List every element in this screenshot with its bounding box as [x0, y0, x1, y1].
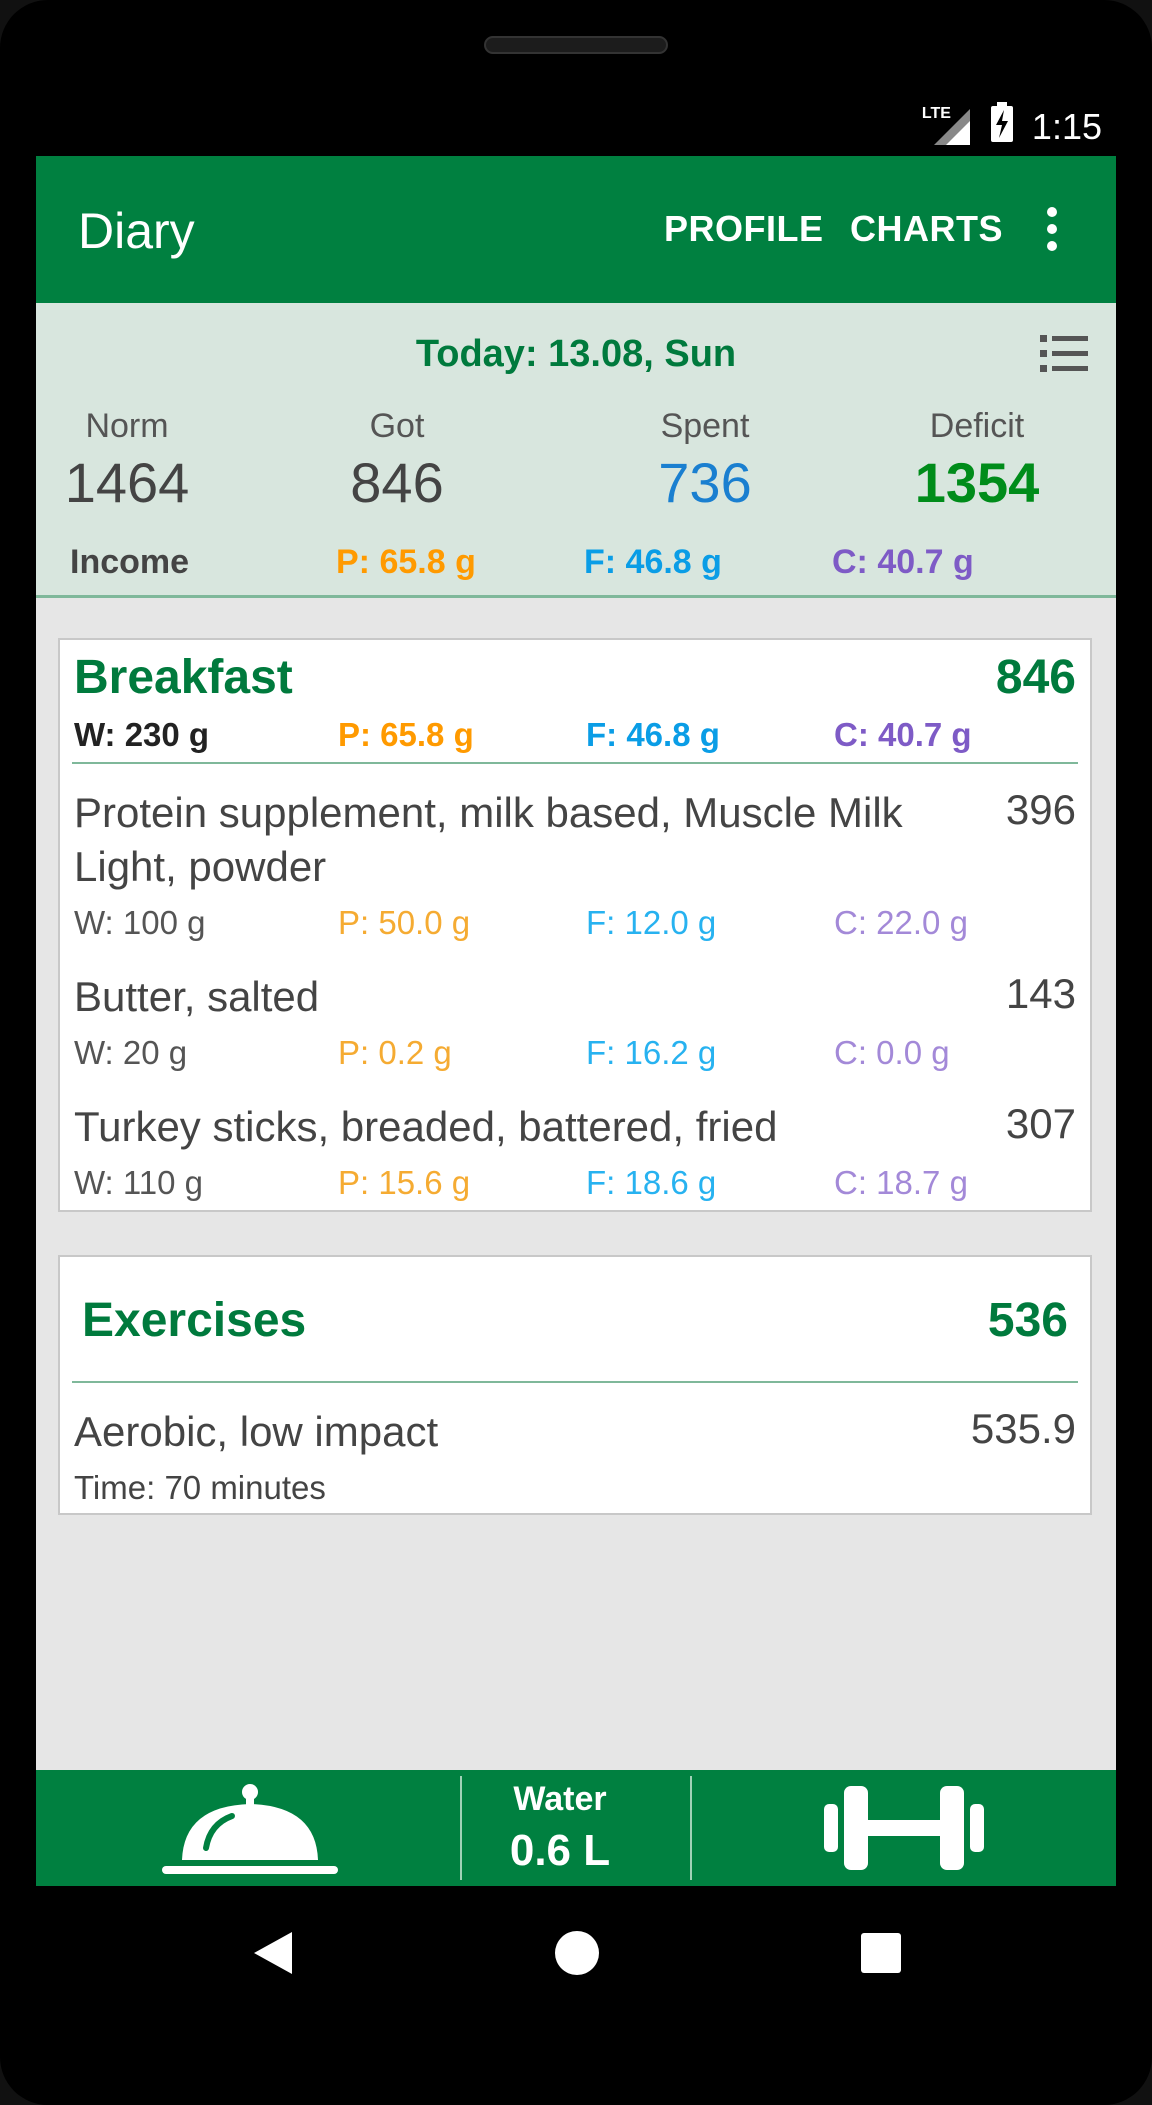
back-icon[interactable]	[252, 1930, 294, 1981]
norm-summary: Norm 1464	[52, 407, 202, 515]
add-exercise-dumbbell-icon[interactable]	[824, 1784, 984, 1877]
food-item-protein: P: 15.6 g	[338, 1164, 471, 1201]
page-title: Diary	[78, 203, 195, 259]
app-screen: Diary PROFILE CHARTS Today: 13.08, Sun N…	[36, 156, 1116, 1886]
signal-icon: LTE	[921, 104, 972, 147]
income-label: Income	[70, 543, 190, 581]
income-protein: P: 65.8 g	[336, 543, 476, 581]
income-fat: F: 46.8 g	[584, 543, 722, 581]
deficit-value: 1354	[914, 451, 1040, 514]
got-summary: Got 846	[322, 407, 472, 515]
income-carbs: C: 40.7 g	[832, 543, 974, 581]
water-value: 0.6 L	[509, 1826, 611, 1875]
food-item-protein: P: 0.2 g	[338, 1034, 452, 1071]
norm-value: 1464	[64, 451, 190, 514]
speaker-grille	[484, 36, 668, 54]
food-item-carbs: C: 22.0 g	[834, 904, 968, 941]
device-frame: LTE 1:15 Diary PROFILE CHARTS Today: 13.…	[0, 0, 1152, 2105]
breakfast-protein: P: 65.8 g	[338, 716, 474, 753]
exercises-card[interactable]: Exercises 536 Aerobic, low impact 535.9 …	[58, 1255, 1092, 1515]
food-item-name: Turkey sticks, breaded, battered, fried	[74, 1103, 778, 1150]
food-item-protein: P: 50.0 g	[338, 904, 471, 941]
got-value: 846	[350, 451, 444, 514]
breakfast-card[interactable]: Breakfast 846 W: 230 g P: 65.8 g F: 46.8…	[58, 638, 1092, 1212]
breakfast-weight: W: 230 g	[74, 716, 210, 753]
charts-button[interactable]: CHARTS	[850, 208, 1003, 250]
food-item-weight: W: 100 g	[74, 904, 206, 941]
daily-summary: Today: 13.08, Sun Norm 1464 Got 846 Spen…	[36, 303, 1116, 598]
exercises-total: 536	[987, 1294, 1068, 1347]
income-row: Income P: 65.8 g F: 46.8 g C: 40.7 g	[36, 543, 1116, 587]
food-item-carbs: C: 0.0 g	[834, 1034, 950, 1071]
spent-summary: Spent 736	[630, 407, 780, 515]
food-item-fat: F: 16.2 g	[586, 1034, 717, 1071]
exercises-title: Exercises	[82, 1294, 307, 1347]
exercise-item-name: Aerobic, low impact	[74, 1408, 439, 1455]
food-item-kcal: 396	[1005, 786, 1076, 833]
recents-icon[interactable]	[860, 1932, 902, 1979]
food-item-name: Butter, salted	[74, 973, 320, 1020]
deficit-summary: Deficit 1354	[892, 407, 1062, 515]
spent-label: Spent	[660, 407, 750, 445]
food-item-kcal: 307	[1005, 1100, 1076, 1147]
bottom-action-bar: Water 0.6 L	[36, 1770, 1116, 1886]
got-label: Got	[369, 407, 425, 445]
list-view-icon[interactable]	[1040, 333, 1090, 375]
more-options-icon[interactable]	[1046, 206, 1058, 252]
app-bar: Diary PROFILE CHARTS	[36, 156, 1116, 303]
battery-charging-icon	[990, 102, 1014, 151]
breakfast-title: Breakfast	[74, 651, 293, 704]
date-selector[interactable]: Today: 13.08, Sun	[36, 333, 1116, 376]
food-item-weight: W: 20 g	[74, 1034, 188, 1071]
add-meal-cloche-icon[interactable]	[162, 1778, 338, 1883]
breakfast-total: 846	[995, 651, 1076, 704]
network-type: LTE	[921, 104, 951, 122]
norm-label: Norm	[85, 407, 169, 445]
food-item-carbs: C: 18.7 g	[834, 1164, 968, 1201]
system-nav-bar	[36, 1886, 1116, 2046]
breakfast-carbs: C: 40.7 g	[834, 716, 972, 753]
breakfast-fat: F: 46.8 g	[586, 716, 720, 753]
profile-button[interactable]: PROFILE	[664, 208, 824, 250]
status-bar: LTE 1:15	[36, 100, 1116, 156]
food-item-kcal: 143	[1005, 970, 1076, 1017]
bar-divider	[690, 1776, 692, 1880]
water-label: Water	[513, 1780, 607, 1818]
home-icon[interactable]	[554, 1930, 600, 1981]
food-item-weight: W: 110 g	[74, 1164, 204, 1201]
deficit-label: Deficit	[929, 407, 1025, 445]
breakfast-divider	[72, 762, 1078, 764]
exercises-divider	[72, 1381, 1078, 1383]
food-item-name: Protein supplement, milk based, Muscle M…	[74, 789, 903, 890]
exercise-item-time: Time: 70 minutes	[74, 1469, 326, 1506]
food-item-fat: F: 12.0 g	[586, 904, 717, 941]
exercise-item-kcal: 535.9	[970, 1405, 1076, 1452]
clock: 1:15	[1031, 105, 1102, 147]
food-item-fat: F: 18.6 g	[586, 1164, 717, 1201]
spent-value: 736	[658, 451, 752, 514]
